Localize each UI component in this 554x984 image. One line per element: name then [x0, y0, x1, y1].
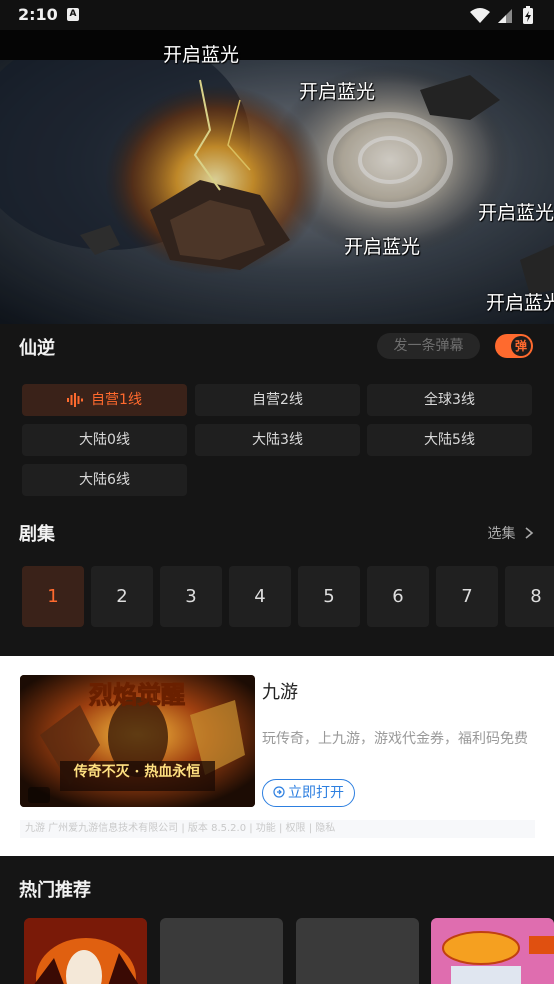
select-episode-label: 选集: [487, 526, 516, 542]
hot-section-title: 热门推荐: [19, 880, 91, 901]
danmaku-text: 开启蓝光: [163, 44, 240, 66]
recommend-card[interactable]: [24, 918, 147, 984]
poster-image: [24, 918, 147, 984]
danmaku-text: 开启蓝光: [299, 81, 376, 103]
ad-headline: 烈焰觉醒: [89, 680, 185, 709]
ad-footer: 九游 广州爱九游信息技术有限公司 | 版本 8.5.2.0 | 功能 | 权限 …: [20, 820, 535, 838]
episode-item[interactable]: 4: [229, 566, 291, 627]
line-label: 全球3线: [424, 392, 475, 408]
ad-artwork: 烈焰觉醒 传奇不灭 · 热血永恒: [20, 675, 255, 807]
line-label: 大陆5线: [424, 432, 475, 448]
line-label: 自营1线: [91, 392, 142, 408]
line-button[interactable]: 大陆3线: [195, 424, 360, 456]
status-icons: [470, 6, 533, 24]
episode-item[interactable]: 6: [367, 566, 429, 627]
signal-icon: [498, 9, 512, 23]
recommend-card[interactable]: [431, 918, 554, 984]
line-button[interactable]: 大陆0线: [22, 424, 187, 456]
episode-item[interactable]: 5: [298, 566, 360, 627]
danmaku-toggle[interactable]: 弹: [495, 334, 533, 358]
danmaku-input[interactable]: 发一条弹幕: [377, 333, 480, 359]
danmaku-text: 开启蓝光: [478, 202, 554, 224]
ad-open-button[interactable]: 立即打开: [262, 779, 355, 807]
line-button[interactable]: 自营2线: [195, 384, 360, 416]
episode-item[interactable]: 2: [91, 566, 153, 627]
recommend-card[interactable]: [160, 918, 283, 984]
episode-item[interactable]: 8: [505, 566, 554, 627]
show-header: 仙逆 发一条弹幕 弹: [0, 324, 554, 370]
open-link-icon: [273, 786, 285, 798]
episodes-title: 剧集: [19, 524, 55, 545]
recommend-card[interactable]: [296, 918, 419, 984]
show-title: 仙逆: [19, 338, 55, 359]
episode-item[interactable]: 1: [22, 566, 84, 627]
line-label: 大陆0线: [79, 432, 130, 448]
ad-open-label: 立即打开: [288, 785, 344, 801]
ad-description: 玩传奇，上九游，游戏代金券，福利码免费: [262, 731, 528, 747]
ad-banner[interactable]: 烈焰觉醒 传奇不灭 · 热血永恒 九游 玩传奇，上九游，游戏代金券，福利码免费 …: [0, 656, 554, 856]
ad-image[interactable]: 烈焰觉醒 传奇不灭 · 热血永恒: [20, 675, 255, 807]
episodes-header: 剧集 选集: [0, 512, 554, 552]
poster-image: [431, 918, 554, 984]
episode-item[interactable]: 7: [436, 566, 498, 627]
line-label: 自营2线: [252, 392, 303, 408]
wifi-icon: [470, 8, 490, 23]
notification-a-icon: A: [67, 8, 79, 21]
select-episode-link[interactable]: 选集: [488, 523, 534, 543]
battery-icon: [523, 6, 533, 24]
sound-wave-icon: [67, 393, 84, 407]
video-player[interactable]: 开启蓝光 开启蓝光 开启蓝光 开启蓝光 开启蓝光: [0, 30, 554, 324]
ad-slogan: 传奇不灭 · 热血永恒: [73, 763, 201, 780]
video-frame: [0, 60, 554, 324]
line-button[interactable]: 全球3线: [367, 384, 532, 416]
line-label: 大陆6线: [79, 472, 130, 488]
line-button[interactable]: 自营1线: [22, 384, 187, 416]
chevron-right-icon: [525, 527, 534, 539]
status-time: 2:10: [18, 5, 58, 24]
danmaku-text: 开启蓝光: [486, 292, 554, 314]
episode-list: 1 2 3 4 5 6 7 8: [22, 566, 554, 628]
status-bar: 2:10 A: [0, 0, 554, 30]
line-button[interactable]: 大陆6线: [22, 464, 187, 496]
danmaku-text: 开启蓝光: [344, 236, 421, 258]
episode-item[interactable]: 3: [160, 566, 222, 627]
ad-app-name: 九游: [262, 682, 298, 703]
line-label: 大陆3线: [252, 432, 303, 448]
danmaku-toggle-knob: 弹: [511, 336, 531, 356]
line-button[interactable]: 大陆5线: [367, 424, 532, 456]
